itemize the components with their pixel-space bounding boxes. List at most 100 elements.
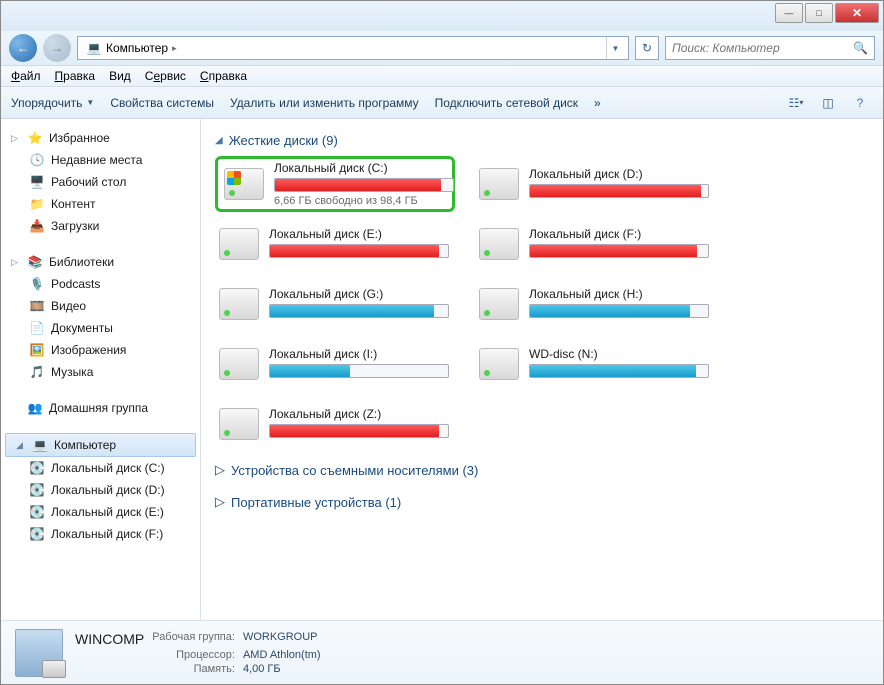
maximize-button[interactable]: □ bbox=[805, 3, 833, 23]
sidebar-disk-d[interactable]: 💽Локальный диск (D:) bbox=[1, 479, 200, 501]
toolbar-system-properties[interactable]: Свойства системы bbox=[110, 96, 214, 110]
menu-service[interactable]: Сервис bbox=[145, 69, 186, 83]
address-row: ← → 💻 Компьютер ▸ ▼ ↻ 🔍 bbox=[1, 31, 883, 65]
sidebar-recent[interactable]: 🕓Недавние места bbox=[1, 149, 200, 171]
close-button[interactable]: ✕ bbox=[835, 3, 879, 23]
address-bar[interactable]: 💻 Компьютер ▸ ▼ bbox=[77, 36, 629, 60]
search-icon: 🔍 bbox=[853, 41, 868, 55]
details-pane: WINCOMP Рабочая группа: WORKGROUP Процес… bbox=[1, 620, 883, 684]
content-pane: ◢Жесткие диски (9) Локальный диск (C:)6,… bbox=[201, 119, 883, 620]
nav-forward-button[interactable]: → bbox=[43, 34, 71, 62]
drive-usage-bar bbox=[269, 304, 449, 318]
drive-icon bbox=[479, 168, 519, 200]
drive-name: Локальный диск (C:) bbox=[274, 161, 454, 175]
drive-item[interactable]: Локальный диск (E:) bbox=[215, 216, 455, 272]
toolbar-more[interactable]: » bbox=[594, 96, 601, 110]
sidebar-favorites[interactable]: ▷⭐Избранное bbox=[1, 127, 200, 149]
sidebar-computer[interactable]: ◢💻Компьютер bbox=[5, 433, 196, 457]
drive-name: Локальный диск (Z:) bbox=[269, 407, 451, 421]
drive-usage-bar bbox=[529, 184, 709, 198]
drive-item[interactable]: Локальный диск (I:) bbox=[215, 336, 455, 392]
sidebar-disk-f[interactable]: 💽Локальный диск (F:) bbox=[1, 523, 200, 545]
drive-name: Локальный диск (E:) bbox=[269, 227, 451, 241]
drive-name: Локальный диск (I:) bbox=[269, 347, 451, 361]
menu-help[interactable]: Справка bbox=[200, 69, 247, 83]
sidebar-downloads[interactable]: 📥Загрузки bbox=[1, 215, 200, 237]
video-icon: 🎞️ bbox=[29, 298, 45, 314]
drive-icon bbox=[219, 288, 259, 320]
view-mode-button[interactable]: ☷▾ bbox=[783, 92, 809, 114]
menu-view[interactable]: Вид bbox=[109, 69, 131, 83]
drive-item[interactable]: Локальный диск (G:) bbox=[215, 276, 455, 332]
details-memory-label: Память: bbox=[152, 663, 235, 675]
explorer-window: — □ ✕ ← → 💻 Компьютер ▸ ▼ ↻ 🔍 ФФайлайл П… bbox=[0, 0, 884, 685]
drive-usage-bar bbox=[269, 244, 449, 258]
drive-name: Локальный диск (G:) bbox=[269, 287, 451, 301]
drive-icon bbox=[219, 408, 259, 440]
drive-icon bbox=[219, 228, 259, 260]
chevron-down-icon: ◢ bbox=[215, 135, 223, 146]
sidebar-podcasts[interactable]: 🎙️Podcasts bbox=[1, 273, 200, 295]
toolbar-uninstall[interactable]: Удалить или изменить программу bbox=[230, 96, 419, 110]
computer-icon: 💻 bbox=[32, 437, 48, 453]
section-hard-disks[interactable]: ◢Жесткие диски (9) bbox=[215, 129, 869, 156]
section-portable[interactable]: ▷Портативные устройства (1) bbox=[215, 484, 869, 516]
details-cpu-label: Процессор: bbox=[152, 649, 235, 661]
details-workgroup-label: Рабочая группа: bbox=[152, 631, 235, 647]
help-button[interactable]: ? bbox=[847, 92, 873, 114]
minimize-button[interactable]: — bbox=[775, 3, 803, 23]
nav-back-button[interactable]: ← bbox=[9, 34, 37, 62]
drive-icon bbox=[479, 348, 519, 380]
music-icon: 🎵 bbox=[29, 364, 45, 380]
drive-name: Локальный диск (H:) bbox=[529, 287, 711, 301]
breadcrumb-computer[interactable]: 💻 Компьютер ▸ bbox=[82, 40, 181, 56]
menu-file[interactable]: ФФайлайл bbox=[11, 69, 41, 83]
downloads-icon: 📥 bbox=[29, 218, 45, 234]
drive-item[interactable]: Локальный диск (H:) bbox=[475, 276, 715, 332]
menu-bar: ФФайлайл Правка Вид Сервис Справка bbox=[1, 65, 883, 87]
toolbar-map-drive[interactable]: Подключить сетевой диск bbox=[435, 96, 578, 110]
details-memory: 4,00 ГБ bbox=[243, 663, 321, 675]
sidebar-content[interactable]: 📁Контент bbox=[1, 193, 200, 215]
computer-icon: 💻 bbox=[86, 40, 102, 56]
drive-item[interactable]: WD-disc (N:) bbox=[475, 336, 715, 392]
address-dropdown-icon[interactable]: ▼ bbox=[606, 37, 624, 59]
sidebar-documents[interactable]: 📄Документы bbox=[1, 317, 200, 339]
toolbar-organize[interactable]: Упорядочить ▼ bbox=[11, 96, 94, 110]
refresh-button[interactable]: ↻ bbox=[635, 36, 659, 60]
sidebar-desktop[interactable]: 🖥️Рабочий стол bbox=[1, 171, 200, 193]
chevron-right-icon: ▷ bbox=[215, 462, 225, 478]
drive-icon bbox=[224, 168, 264, 200]
details-workgroup: WORKGROUP bbox=[243, 631, 321, 647]
search-input[interactable] bbox=[672, 41, 849, 55]
section-removable[interactable]: ▷Устройства со съемными носителями (3) bbox=[215, 452, 869, 484]
drive-item[interactable]: Локальный диск (F:) bbox=[475, 216, 715, 272]
drive-usage-bar bbox=[269, 364, 449, 378]
search-box[interactable]: 🔍 bbox=[665, 36, 875, 60]
drive-icon: 💽 bbox=[29, 504, 45, 520]
sidebar-pictures[interactable]: 🖼️Изображения bbox=[1, 339, 200, 361]
drive-icon bbox=[479, 288, 519, 320]
sidebar-disk-e[interactable]: 💽Локальный диск (E:) bbox=[1, 501, 200, 523]
sidebar-video[interactable]: 🎞️Видео bbox=[1, 295, 200, 317]
navigation-pane: ▷⭐Избранное 🕓Недавние места 🖥️Рабочий ст… bbox=[1, 119, 201, 620]
sidebar-music[interactable]: 🎵Музыка bbox=[1, 361, 200, 383]
computer-large-icon bbox=[15, 629, 63, 677]
folder-icon: 🕓 bbox=[29, 152, 45, 168]
details-computer-name: WINCOMP bbox=[75, 631, 144, 647]
sidebar-libraries[interactable]: ▷📚Библиотеки bbox=[1, 251, 200, 273]
chevron-down-icon: ▼ bbox=[86, 98, 94, 107]
breadcrumb-label: Компьютер bbox=[106, 41, 168, 55]
breadcrumb-separator-icon[interactable]: ▸ bbox=[172, 43, 177, 54]
drive-item[interactable]: Локальный диск (D:) bbox=[475, 156, 715, 212]
sidebar-disk-c[interactable]: 💽Локальный диск (C:) bbox=[1, 457, 200, 479]
preview-pane-button[interactable]: ◫ bbox=[815, 92, 841, 114]
drive-name: Локальный диск (D:) bbox=[529, 167, 711, 181]
star-icon: ⭐ bbox=[27, 130, 43, 146]
drive-item[interactable]: Локальный диск (C:)6,66 ГБ свободно из 9… bbox=[215, 156, 455, 212]
menu-edit[interactable]: Правка bbox=[55, 69, 96, 83]
drive-icon: 💽 bbox=[29, 460, 45, 476]
drive-item[interactable]: Локальный диск (Z:) bbox=[215, 396, 455, 452]
sidebar-homegroup[interactable]: 👥Домашняя группа bbox=[1, 397, 200, 419]
homegroup-icon: 👥 bbox=[27, 400, 43, 416]
